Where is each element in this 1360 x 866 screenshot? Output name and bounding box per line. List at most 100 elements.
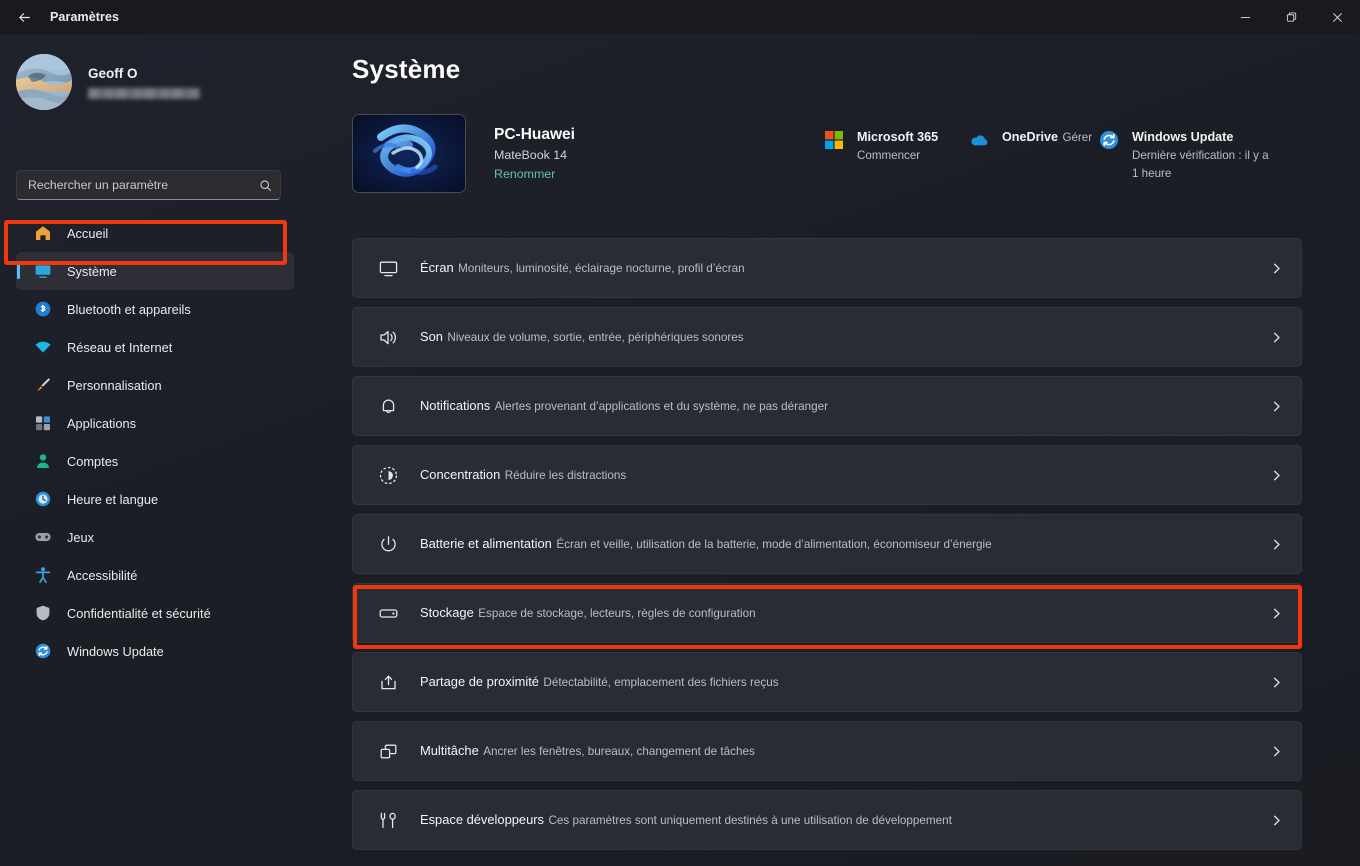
share-icon (373, 672, 403, 693)
row-subtitle: Niveaux de volume, sortie, entrée, périp… (447, 331, 744, 344)
device-model: MateBook 14 (494, 148, 568, 162)
row-title: Écran (420, 260, 454, 275)
bluetooth-icon (32, 299, 54, 319)
power-icon (373, 534, 403, 555)
home-icon (32, 223, 54, 243)
sidebar-item-label: Bluetooth et appareils (67, 301, 191, 317)
settings-row-notifications[interactable]: Notifications Alertes provenant d’applic… (352, 376, 1302, 436)
sidebar-item-reseau[interactable]: Réseau et Internet (16, 328, 294, 366)
row-subtitle: Ancrer les fenêtres, bureaux, changement… (483, 745, 755, 758)
drive-icon (373, 603, 403, 624)
sidebar-nav: Accueil Système Bluetooth et appareils R… (0, 214, 310, 670)
apps-icon (32, 413, 54, 433)
main-content: Système PC-Huawei MateBook 14 Renommer M… (310, 34, 1360, 866)
row-subtitle: Réduire les distractions (504, 469, 627, 482)
settings-row-multitache[interactable]: Multitâche Ancrer les fenêtres, bureaux,… (352, 721, 1302, 781)
row-title: Son (420, 329, 443, 344)
clock-icon (32, 489, 54, 509)
avatar-photo-icon (16, 54, 72, 110)
chevron-right-icon (1270, 607, 1283, 620)
user-profile[interactable]: Geoff O (16, 54, 200, 110)
settings-rows-list: Écran Moniteurs, luminosité, éclairage n… (352, 238, 1302, 859)
minimize-button[interactable] (1222, 0, 1268, 34)
gamepad-icon (32, 527, 54, 547)
search-input[interactable] (17, 178, 250, 192)
window-controls (1222, 0, 1360, 34)
sidebar-item-label: Windows Update (67, 643, 164, 659)
sidebar-item-label: Personnalisation (67, 377, 162, 393)
restore-icon (1286, 11, 1296, 22)
row-title: Stockage (420, 605, 474, 620)
settings-row-batterie[interactable]: Batterie et alimentation Écran et veille… (352, 514, 1302, 574)
maximize-button[interactable] (1268, 0, 1314, 34)
sidebar: Geoff O Accueil (0, 34, 310, 866)
settings-row-ecran[interactable]: Écran Moniteurs, luminosité, éclairage n… (352, 238, 1302, 298)
quicklink-title: Microsoft 365 (857, 130, 939, 144)
settings-row-stockage[interactable]: Stockage Espace de stockage, lecteurs, r… (352, 583, 1302, 643)
settings-row-espace-developpeurs[interactable]: Espace développeurs Ces paramètres sont … (352, 790, 1302, 850)
sidebar-item-label: Accueil (67, 225, 109, 241)
quicklink-microsoft-365[interactable]: Microsoft 365 Commencer (823, 128, 968, 182)
brush-icon (32, 375, 54, 395)
sidebar-item-label: Accessibilité (67, 567, 138, 583)
sidebar-item-jeux[interactable]: Jeux (16, 518, 294, 556)
sidebar-item-accessibilite[interactable]: Accessibilité (16, 556, 294, 594)
update-icon (1098, 129, 1122, 153)
close-button[interactable] (1314, 0, 1360, 34)
sidebar-item-systeme[interactable]: Système (16, 252, 294, 290)
quicklink-subtitle: Dernière vérification : il y a 1 heure (1132, 149, 1269, 180)
chevron-right-icon (1270, 538, 1283, 551)
avatar (16, 54, 72, 110)
sidebar-item-personnalisation[interactable]: Personnalisation (16, 366, 294, 404)
settings-row-son[interactable]: Son Niveaux de volume, sortie, entrée, p… (352, 307, 1302, 367)
chevron-right-icon (1270, 676, 1283, 689)
chevron-right-icon (1270, 814, 1283, 827)
search-icon[interactable] (250, 179, 280, 192)
bell-icon (373, 396, 403, 417)
settings-row-partage-proximite[interactable]: Partage de proximité Détectabilité, empl… (352, 652, 1302, 712)
row-title: Espace développeurs (420, 812, 544, 827)
sidebar-item-confidentialite[interactable]: Confidentialité et sécurité (16, 594, 294, 632)
quicklink-windows-update[interactable]: Windows Update Dernière vérification : i… (1098, 128, 1270, 182)
sidebar-item-label: Jeux (67, 529, 95, 545)
shield-icon (32, 603, 54, 623)
chevron-right-icon (1270, 331, 1283, 344)
minimize-icon (1240, 16, 1250, 18)
row-subtitle: Écran et veille, utilisation de la batte… (556, 538, 992, 551)
sidebar-item-heure[interactable]: Heure et langue (16, 480, 294, 518)
sidebar-item-bluetooth[interactable]: Bluetooth et appareils (16, 290, 294, 328)
window-title: Paramètres (50, 10, 120, 24)
sidebar-item-accueil[interactable]: Accueil (16, 214, 294, 252)
sidebar-item-applications[interactable]: Applications (16, 404, 294, 442)
chevron-right-icon (1270, 469, 1283, 482)
page-title: Système (352, 54, 461, 84)
row-subtitle: Ces paramètres sont uniquement destinés … (548, 814, 952, 827)
person-icon (32, 451, 54, 471)
sidebar-item-label: Heure et langue (67, 491, 159, 507)
close-icon (1332, 12, 1342, 22)
row-subtitle: Alertes provenant d’applications et du s… (494, 400, 828, 413)
settings-row-concentration[interactable]: Concentration Réduire les distractions (352, 445, 1302, 505)
title-bar: Paramètres (0, 0, 1360, 34)
sidebar-item-label: Comptes (67, 453, 119, 469)
row-title: Concentration (420, 467, 501, 482)
accessibility-icon (32, 565, 54, 585)
sidebar-item-label: Applications (67, 415, 137, 431)
sidebar-item-comptes[interactable]: Comptes (16, 442, 294, 480)
row-title: Notifications (420, 398, 491, 413)
sidebar-item-windows-update[interactable]: Windows Update (16, 632, 294, 670)
profile-name: Geoff O (88, 65, 138, 81)
search-box[interactable] (16, 170, 281, 200)
update-icon (32, 641, 54, 661)
row-subtitle: Moniteurs, luminosité, éclairage nocturn… (458, 262, 745, 275)
quicklink-onedrive[interactable]: OneDrive Gérer (968, 128, 1098, 182)
sidebar-item-label: Confidentialité et sécurité (67, 605, 211, 621)
row-subtitle: Espace de stockage, lecteurs, règles de … (478, 607, 756, 620)
rename-device-link[interactable]: Renommer (494, 167, 575, 181)
device-name: PC-Huawei (494, 126, 575, 143)
speaker-icon (373, 327, 403, 348)
focus-icon (373, 465, 403, 486)
onedrive-cloud-icon (968, 129, 992, 153)
back-button[interactable] (8, 4, 40, 30)
monitor-icon (373, 258, 403, 279)
